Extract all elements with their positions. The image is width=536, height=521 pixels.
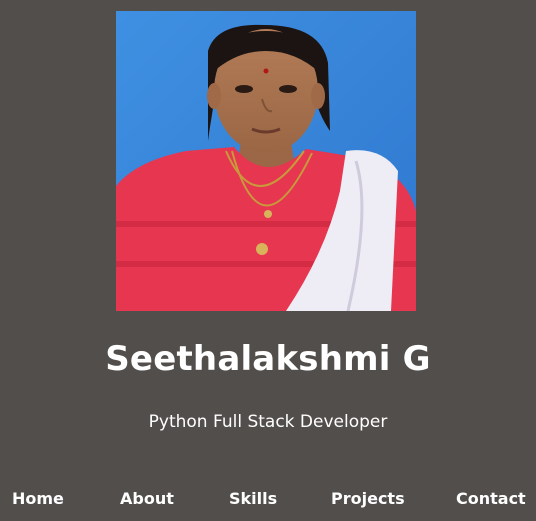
nav-item-home[interactable]: Home	[12, 487, 64, 511]
profile-photo	[116, 11, 416, 311]
nav-item-about[interactable]: About	[120, 487, 174, 511]
nav-item-skills[interactable]: Skills	[229, 487, 277, 511]
portrait-image	[116, 11, 416, 311]
profile-name: Seethalakshmi G	[105, 339, 431, 379]
nav-item-contact[interactable]: Contact	[456, 487, 526, 511]
profile-role: Python Full Stack Developer	[148, 412, 388, 432]
main-nav: Home About Skills Projects Contact	[0, 487, 536, 513]
nav-item-projects[interactable]: Projects	[331, 487, 405, 511]
